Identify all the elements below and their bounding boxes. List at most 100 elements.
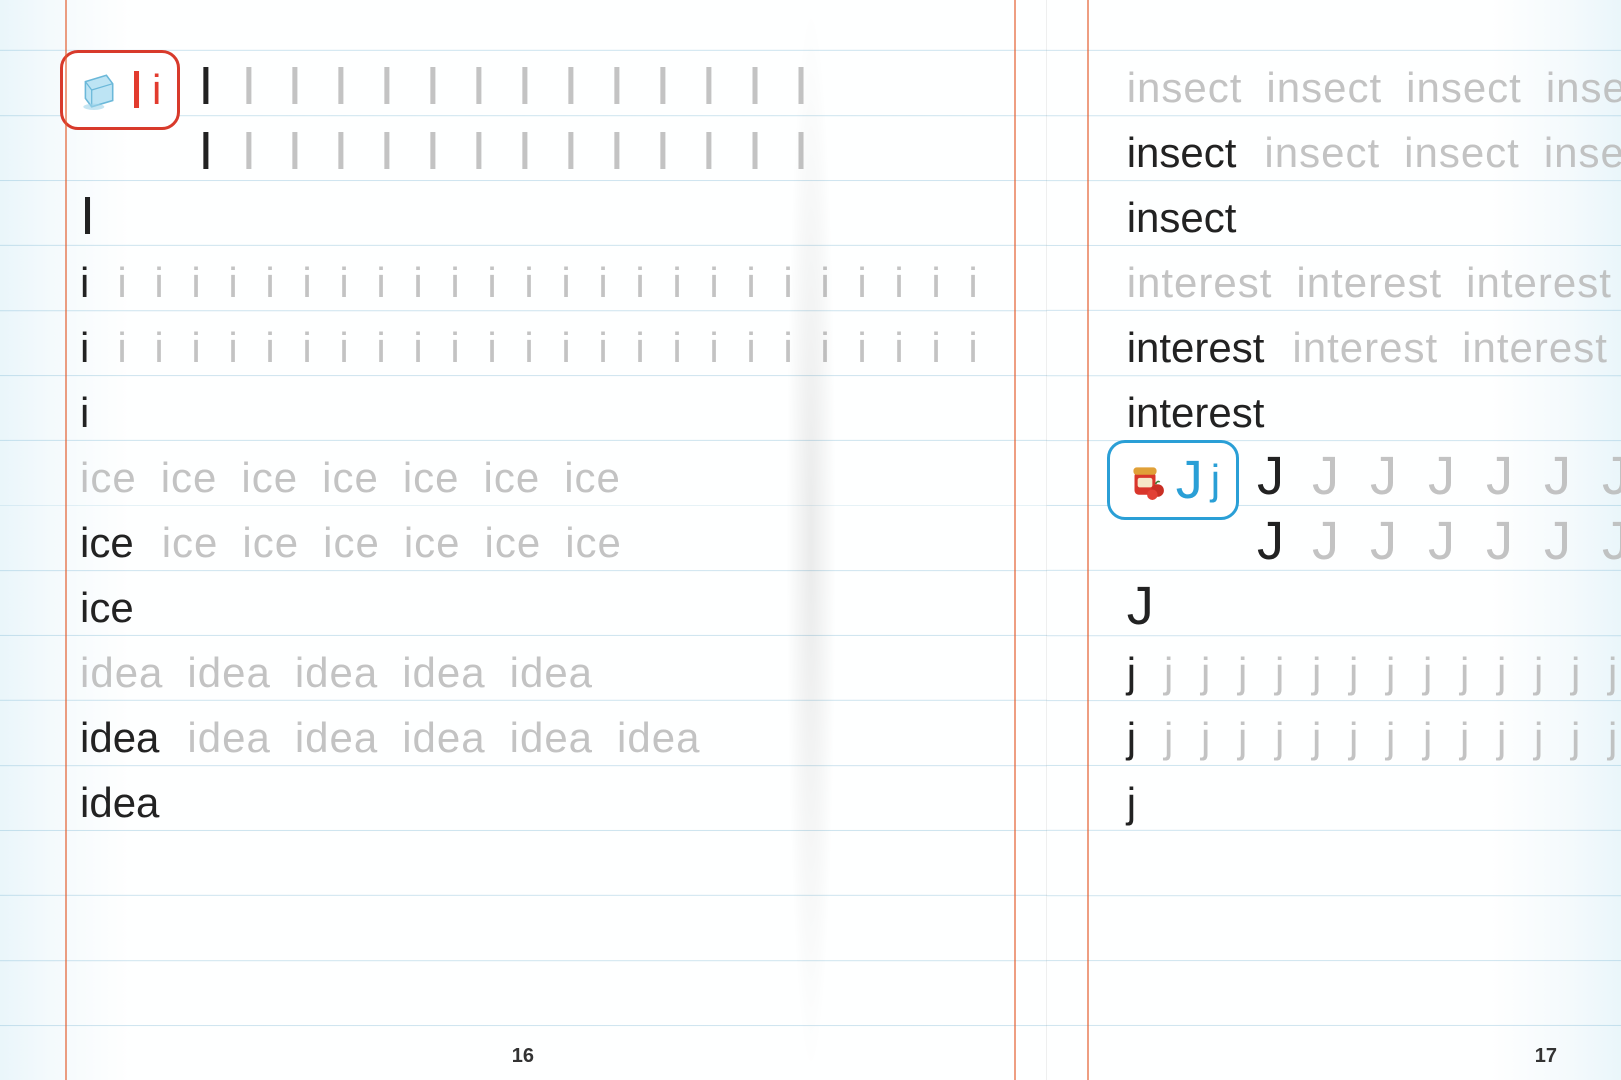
- model-text: i: [80, 392, 89, 440]
- trace-word: ice: [564, 457, 621, 505]
- card-lower: i: [152, 69, 161, 111]
- letter-header-block: J j J J J J J J J J J J J J J J J J J J …: [1107, 440, 1621, 570]
- margin-right: [1014, 0, 1016, 1080]
- trace-letters: I I I I I I I I I I I I I: [241, 59, 816, 115]
- model-text: idea: [80, 782, 159, 830]
- practice-row: interest interest interest: [1107, 245, 1621, 310]
- trace-word: idea: [187, 652, 270, 700]
- jam-jar-icon: [1122, 457, 1168, 503]
- practice-row: iceiceiceiceiceiceice: [60, 440, 996, 505]
- model-text: j: [1127, 782, 1136, 830]
- margin-left: [65, 0, 67, 1080]
- header-trace-stack: J J J J J J J J J J J J J J J J J J J J …: [1257, 440, 1621, 570]
- practice-row: interest: [1107, 375, 1621, 440]
- trace-word: ice: [484, 457, 541, 505]
- trace-word: insect: [1266, 67, 1382, 115]
- model-letter: J: [1257, 514, 1284, 570]
- trace-word: ice: [161, 457, 218, 505]
- trace-letters: j j j j j j j j j j j j j j j j j j j j …: [1164, 652, 1621, 700]
- trace-word: ice: [162, 522, 219, 570]
- practice-row: ii i i i i i i i i i i i i i i i i i i i…: [60, 245, 996, 310]
- model-text: i: [80, 262, 89, 310]
- practice-row: jj j j j j j j j j j j j j j j j j j j j…: [1107, 635, 1621, 700]
- practice-row: jj j j j j j j j j j j j j j j j j j j j…: [1107, 700, 1621, 765]
- letter-card-I: I i: [60, 50, 180, 130]
- trace-word: insect: [1127, 67, 1243, 115]
- letter-header-block: I i I I I I I I I I I I I I I I I I I I …: [60, 50, 996, 180]
- page-right: insectinsectinsectinsectinsectinsectinse…: [1047, 0, 1621, 1080]
- practice-row: idea: [60, 765, 996, 830]
- letter-card-J: J j: [1107, 440, 1239, 520]
- trace-word: ice: [403, 457, 460, 505]
- trace-word: ice: [404, 522, 461, 570]
- practice-row: iceiceiceiceiceiceice: [60, 505, 996, 570]
- model-letter: I: [198, 124, 213, 180]
- trace-row: I I I I I I I I I I I I I I: [198, 115, 826, 180]
- trace-row: J J J J J J J J J J J J J: [1257, 505, 1621, 570]
- trace-word: interest: [1127, 262, 1273, 310]
- trace-letters: J J J J J J J J J J J J: [1312, 514, 1621, 570]
- model-text: J: [1127, 579, 1154, 635]
- practice-row: j: [1107, 765, 1621, 830]
- trace-word: ice: [241, 457, 298, 505]
- model-text: i: [80, 327, 89, 375]
- trace-word: insect: [1406, 67, 1522, 115]
- model-letter: J: [1257, 449, 1284, 505]
- trace-row: J J J J J J J J J J J J J: [1257, 440, 1621, 505]
- jam-jar-icon: [1124, 459, 1166, 501]
- model-text: I: [80, 189, 95, 245]
- page-number-right: 17: [1535, 1045, 1557, 1068]
- card-lower: j: [1211, 459, 1220, 501]
- header-trace-stack: I I I I I I I I I I I I I I I I I I I I …: [198, 50, 826, 180]
- practice-row: i: [60, 375, 996, 440]
- workbook-spread: I i I I I I I I I I I I I I I I I I I I …: [0, 0, 1621, 1080]
- trace-word: ice: [485, 522, 542, 570]
- model-text: j: [1127, 652, 1136, 700]
- model-text: ice: [80, 587, 134, 635]
- trace-row: I I I I I I I I I I I I I I: [198, 50, 826, 115]
- trace-word: idea: [187, 717, 270, 765]
- trace-letters: I I I I I I I I I I I I I: [241, 124, 816, 180]
- model-text: j: [1127, 717, 1136, 765]
- trace-word: idea: [510, 652, 593, 700]
- model-text: insect: [1127, 132, 1237, 180]
- trace-word: idea: [510, 717, 593, 765]
- trace-word: interest: [1296, 262, 1442, 310]
- margin-left: [1087, 0, 1089, 1080]
- trace-word: idea: [295, 717, 378, 765]
- trace-word: idea: [617, 717, 700, 765]
- trace-word: insect: [1264, 132, 1380, 180]
- card-upper: I: [129, 63, 144, 117]
- practice-row: ice: [60, 570, 996, 635]
- trace-word: interest: [1462, 327, 1608, 375]
- ice-cube-icon: [77, 69, 119, 111]
- trace-letters: J J J J J J J J J J J J: [1312, 449, 1621, 505]
- model-text: interest: [1127, 392, 1265, 440]
- model-text: idea: [80, 717, 159, 765]
- practice-row: J: [1107, 570, 1621, 635]
- trace-word: interest: [1466, 262, 1612, 310]
- trace-word: idea: [80, 652, 163, 700]
- model-letter: I: [198, 59, 213, 115]
- practice-row: insect: [1107, 180, 1621, 245]
- trace-word: idea: [402, 717, 485, 765]
- trace-word: ice: [565, 522, 622, 570]
- trace-letters: i i i i i i i i i i i i i i i i i i i i …: [117, 262, 985, 310]
- trace-word: idea: [402, 652, 485, 700]
- practice-row: idea idea idea idea idea: [60, 635, 996, 700]
- practice-row: insectinsectinsectinsect: [1107, 115, 1621, 180]
- trace-word: interest: [1292, 327, 1438, 375]
- ice-cube-icon: [75, 67, 121, 113]
- model-text: insect: [1127, 197, 1237, 245]
- trace-word: insect: [1546, 67, 1621, 115]
- model-text: interest: [1127, 327, 1265, 375]
- trace-word: ice: [322, 457, 379, 505]
- trace-letters: j j j j j j j j j j j j j j j j j j j j …: [1164, 717, 1621, 765]
- trace-letters: i i i i i i i i i i i i i i i i i i i i …: [117, 327, 985, 375]
- card-upper: J: [1176, 453, 1203, 507]
- practice-row: insect insect insect insect: [1107, 50, 1621, 115]
- trace-word: idea: [295, 652, 378, 700]
- trace-word: ice: [242, 522, 299, 570]
- practice-row: ii i i i i i i i i i i i i i i i i i i i…: [60, 310, 996, 375]
- practice-row: idea idea idea idea idea idea: [60, 700, 996, 765]
